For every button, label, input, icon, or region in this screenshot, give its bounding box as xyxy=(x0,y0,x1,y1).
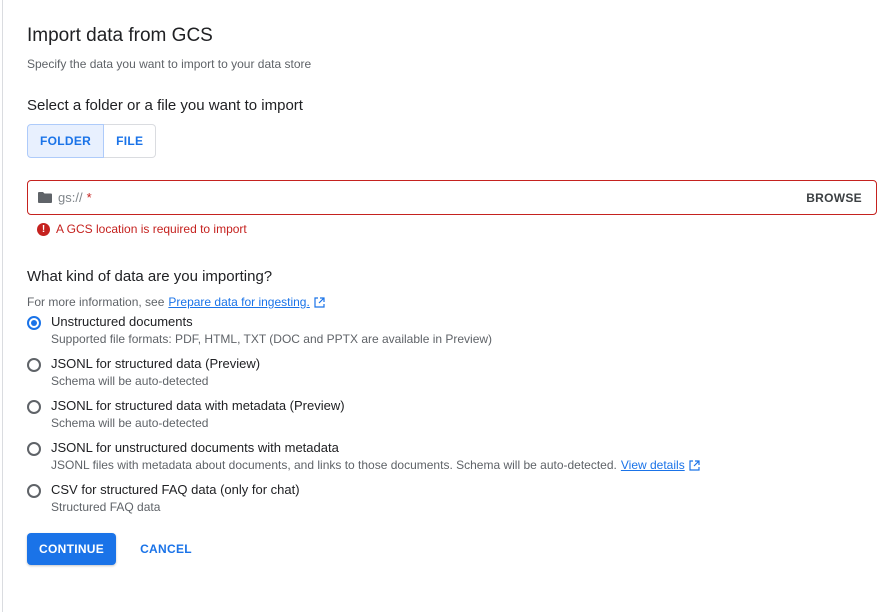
required-asterisk: * xyxy=(86,190,92,205)
radio-button[interactable] xyxy=(27,316,41,330)
browse-button[interactable]: BROWSE xyxy=(806,191,862,205)
file-toggle-button[interactable]: FILE xyxy=(104,124,157,158)
error-text: A GCS location is required to import xyxy=(56,222,247,236)
option-description: Supported file formats: PDF, HTML, TXT (… xyxy=(51,332,493,346)
option-description: JSONL files with metadata about document… xyxy=(51,458,700,472)
option-description: Schema will be auto-detected xyxy=(51,416,209,430)
radio-button[interactable] xyxy=(27,400,41,414)
cancel-button[interactable]: CANCEL xyxy=(140,542,192,556)
radio-button[interactable] xyxy=(27,484,41,498)
ingest-info-row: For more information, see Prepare data f… xyxy=(27,295,325,309)
source-type-toggle: FOLDER FILE xyxy=(27,124,157,158)
external-link-icon xyxy=(314,296,325,308)
radio-button[interactable] xyxy=(27,358,41,372)
gcs-input-placeholder: gs:// xyxy=(58,190,83,205)
option-label[interactable]: JSONL for structured data with metadata … xyxy=(51,398,345,413)
option-label[interactable]: Unstructured documents xyxy=(51,314,193,329)
form-actions: CONTINUE CANCEL xyxy=(27,533,192,565)
external-link-icon xyxy=(689,459,700,471)
gcs-error-message: ! A GCS location is required to import xyxy=(37,222,247,236)
option-label[interactable]: JSONL for structured data (Preview) xyxy=(51,356,260,371)
option-description: Structured FAQ data xyxy=(51,500,161,514)
option-description: Schema will be auto-detected xyxy=(51,374,209,388)
prepare-data-link[interactable]: Prepare data for ingesting. xyxy=(168,295,309,309)
option-label[interactable]: JSONL for unstructured documents with me… xyxy=(51,440,339,455)
folder-icon xyxy=(38,192,52,203)
option-label[interactable]: CSV for structured FAQ data (only for ch… xyxy=(51,482,300,497)
source-section-title: Select a folder or a file you want to im… xyxy=(27,97,303,114)
error-icon: ! xyxy=(37,222,50,236)
folder-toggle-button[interactable]: FOLDER xyxy=(27,124,105,158)
info-prefix-text: For more information, see xyxy=(27,295,165,309)
data-kind-section-title: What kind of data are you importing? xyxy=(27,268,273,285)
continue-button[interactable]: CONTINUE xyxy=(27,533,117,565)
view-details-link[interactable]: View details xyxy=(621,458,685,472)
page-subtitle: Specify the data you want to import to y… xyxy=(27,57,312,71)
left-divider xyxy=(2,0,3,612)
page-title: Import data from GCS xyxy=(27,25,213,46)
gcs-location-input[interactable]: gs:// * BROWSE xyxy=(27,180,877,215)
radio-button[interactable] xyxy=(27,442,41,456)
